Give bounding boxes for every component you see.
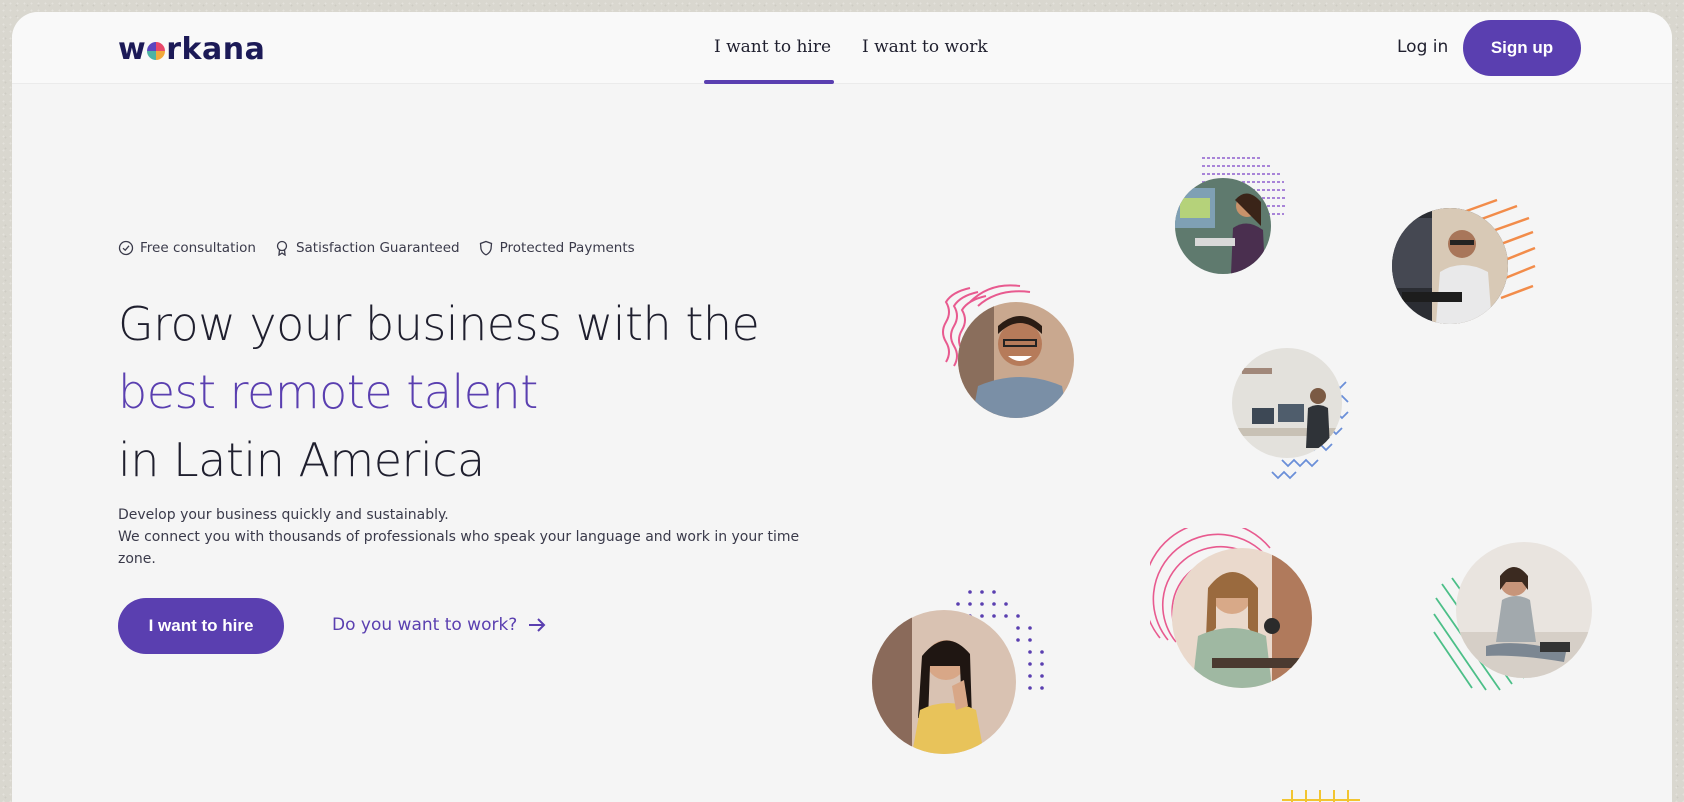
badge-protected-payments: Protected Payments	[478, 240, 635, 256]
headline-line-3: in Latin America	[118, 433, 485, 487]
woman-floor-illustration	[1456, 542, 1592, 678]
shield-icon	[479, 240, 492, 256]
woman-thinking-illustration	[872, 610, 1016, 754]
tab-i-want-to-hire[interactable]: I want to hire	[714, 37, 831, 57]
badge-label: Free consultation	[140, 240, 256, 256]
man-at-desk-illustration	[1232, 348, 1342, 458]
description-line-2: We connect you with thousands of profess…	[118, 529, 800, 567]
hire-cta-button[interactable]: I want to hire	[118, 598, 284, 654]
arrow-right-icon	[529, 618, 546, 632]
login-link[interactable]: Log in	[1397, 37, 1448, 57]
hero-description: Develop your business quickly and sustai…	[118, 504, 838, 570]
badge-satisfaction: Satisfaction Guaranteed	[274, 240, 460, 256]
hero-headline: Grow your business with the best remote …	[118, 290, 760, 494]
award-icon	[276, 240, 288, 256]
tab-i-want-to-work[interactable]: I want to work	[862, 37, 988, 57]
freelancer-photo-smiling-man	[958, 302, 1074, 418]
logo-text-end: rkana	[166, 32, 266, 67]
badge-free-consultation: Free consultation	[118, 240, 256, 256]
freelancer-photo-woman-thinking	[872, 610, 1016, 754]
browser-frame: w rkana I want to hire I want to work Log…	[12, 12, 1672, 802]
freelancer-photo-woman-floor	[1456, 542, 1592, 678]
logo-text-start: w	[118, 32, 147, 67]
signup-button[interactable]: Sign up	[1463, 20, 1581, 76]
badge-label: Satisfaction Guaranteed	[295, 240, 460, 256]
workana-logo[interactable]: w rkana	[118, 32, 265, 67]
presenter-illustration	[1175, 178, 1271, 274]
smiling-man-illustration	[958, 302, 1074, 418]
freelancer-photo-presenter	[1175, 178, 1271, 274]
headline-line-2-accent: best remote talent	[118, 365, 538, 419]
freelancer-photo-man-glasses	[1392, 208, 1508, 324]
yellow-grid-decoration	[1282, 790, 1360, 802]
top-nav: w rkana I want to hire I want to work Log…	[12, 12, 1672, 84]
man-glasses-illustration	[1392, 208, 1508, 324]
freelancer-photo-man-at-desk	[1232, 348, 1342, 458]
check-circle-icon	[118, 240, 134, 256]
woman-microphone-illustration	[1172, 548, 1312, 688]
freelancer-photo-woman-microphone	[1172, 548, 1312, 688]
active-tab-indicator	[704, 80, 834, 84]
headline-line-1: Grow your business with the	[118, 297, 760, 351]
trust-badges: Free consultation Satisfaction Guarantee…	[118, 240, 635, 256]
badge-label: Protected Payments	[499, 240, 635, 256]
work-cta-label: Do you want to work?	[332, 615, 518, 635]
description-line-1: Develop your business quickly and sustai…	[118, 507, 449, 523]
work-cta-link[interactable]: Do you want to work?	[332, 615, 547, 635]
logo-globe-icon	[147, 42, 166, 60]
